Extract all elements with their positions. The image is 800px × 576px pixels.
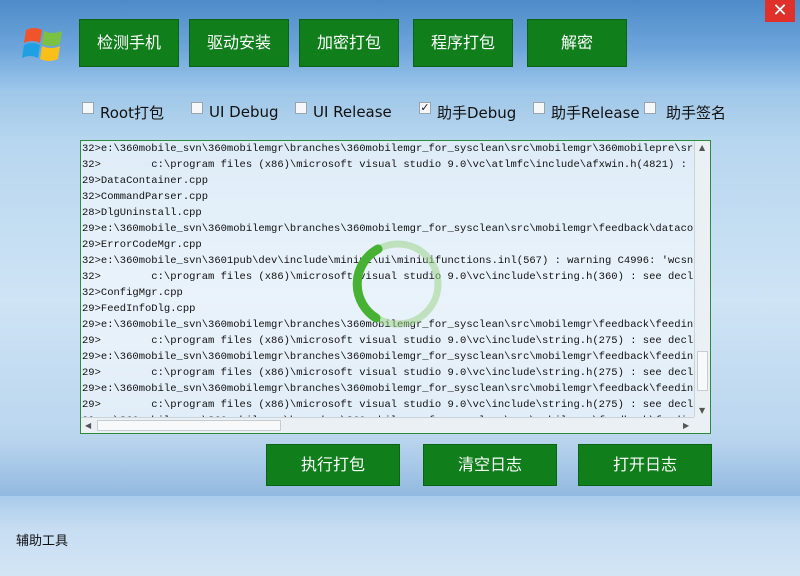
option-ui-release[interactable]: UI Release [295, 102, 392, 122]
checkbox[interactable] [295, 102, 307, 114]
log-line: 29> c:\program files (x86)\microsoft vis… [82, 335, 694, 347]
log-line: 29>e:\360mobile_svn\360mobilemgr\branche… [82, 223, 694, 235]
vertical-scrollbar[interactable]: ▲ ▼ [694, 141, 710, 418]
log-line: 29>e:\360mobile_svn\360mobilemgr\branche… [82, 351, 694, 363]
log-line: 29> c:\program files (x86)\microsoft vis… [82, 399, 694, 411]
option-assistant-sign[interactable]: 助手签名 [644, 102, 726, 122]
log-line: 29>e:\360mobile_svn\360mobilemgr\branche… [82, 383, 694, 395]
footer-band [0, 496, 800, 576]
decrypt-button[interactable]: 解密 [527, 19, 627, 67]
option-label: 助手Release [551, 103, 640, 122]
option-label: 助手签名 [666, 103, 727, 122]
close-button[interactable]: ✕ [765, 0, 795, 22]
install-driver-button[interactable]: 驱动安装 [189, 19, 289, 67]
detect-phone-button[interactable]: 检测手机 [79, 19, 179, 67]
open-log-button[interactable]: 打开日志 [578, 444, 712, 486]
option-label: UI Release [313, 103, 392, 121]
horizontal-scroll-thumb[interactable] [97, 420, 281, 431]
log-line: 28>DlgUninstall.cpp [82, 207, 202, 219]
log-line: 32> c:\program files (x86)\microsoft vis… [82, 159, 694, 171]
scroll-right-arrow-icon[interactable]: ▶ [683, 421, 689, 430]
log-line: 32>e:\360mobile_svn\360mobilemgr\branche… [82, 143, 694, 155]
windows-logo-icon [22, 28, 62, 61]
checkbox[interactable] [644, 102, 656, 114]
log-line: 32>CommandParser.cpp [82, 191, 209, 203]
scroll-down-arrow-icon[interactable]: ▼ [699, 406, 705, 415]
scroll-left-arrow-icon[interactable]: ◀ [85, 421, 91, 430]
option-assistant-debug[interactable]: ✓ 助手Debug [419, 102, 516, 122]
loading-spinner-icon [352, 240, 442, 328]
checkbox[interactable] [533, 102, 545, 114]
option-label: 助手Debug [437, 103, 517, 122]
log-line: 29> c:\program files (x86)\microsoft vis… [82, 367, 694, 379]
vertical-scroll-thumb[interactable] [697, 351, 708, 391]
run-pack-button[interactable]: 执行打包 [266, 444, 400, 486]
checkbox-checked[interactable]: ✓ [419, 102, 431, 114]
option-label: Root打包 [100, 103, 164, 122]
encrypt-pack-button[interactable]: 加密打包 [299, 19, 399, 67]
horizontal-scrollbar[interactable]: ◀ ▶ [81, 417, 694, 433]
scrollbar-corner [694, 417, 710, 433]
checkbox[interactable] [191, 102, 203, 114]
option-root-pack[interactable]: Root打包 [82, 102, 164, 122]
program-pack-button[interactable]: 程序打包 [413, 19, 513, 67]
footer-label: 辅助工具 [16, 534, 69, 549]
scroll-up-arrow-icon[interactable]: ▲ [699, 143, 705, 152]
option-ui-debug[interactable]: UI Debug [191, 102, 279, 122]
option-label: UI Debug [209, 103, 279, 121]
checkbox[interactable] [82, 102, 94, 114]
option-assistant-release[interactable]: 助手Release [533, 102, 640, 122]
clear-log-button[interactable]: 清空日志 [423, 444, 557, 486]
log-line: 29>DataContainer.cpp [82, 175, 209, 187]
